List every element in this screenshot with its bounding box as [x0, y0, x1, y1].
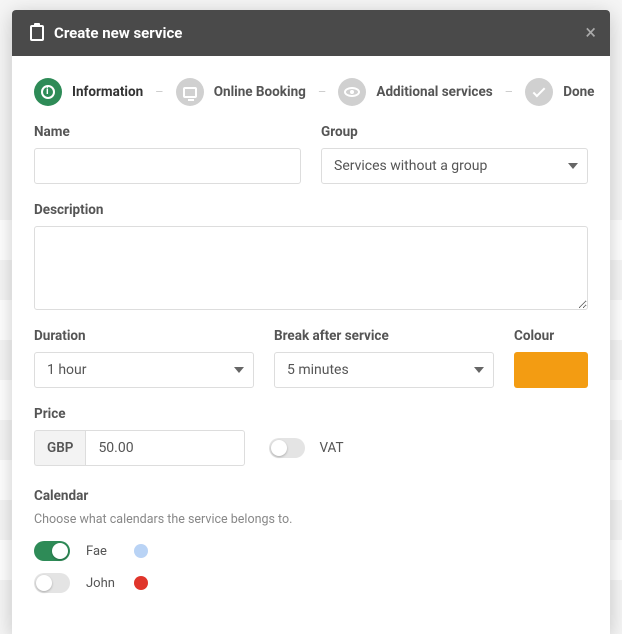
- price-group: GBP: [34, 430, 245, 466]
- calendar-name: Fae: [86, 544, 118, 559]
- description-input[interactable]: [34, 226, 588, 310]
- price-input[interactable]: [85, 430, 245, 466]
- colour-label: Colour: [514, 328, 588, 344]
- modal-header: Create new service ×: [12, 10, 610, 56]
- check-icon: [525, 78, 553, 106]
- calendar-list: Fae John: [34, 541, 588, 593]
- name-input[interactable]: [34, 148, 301, 184]
- vat-label: VAT: [319, 440, 343, 456]
- create-service-modal: Create new service × Information – Onlin…: [12, 10, 610, 634]
- duration-select[interactable]: 1 hour: [34, 352, 254, 388]
- info-icon: [34, 78, 62, 106]
- form-content: Name Group Services without a group Desc…: [12, 124, 610, 634]
- vat-toggle[interactable]: [269, 438, 305, 458]
- calendar-toggle[interactable]: [34, 541, 70, 561]
- duration-label: Duration: [34, 328, 254, 344]
- close-icon[interactable]: ×: [585, 22, 596, 42]
- group-select[interactable]: Services without a group: [321, 148, 588, 184]
- break-after-select[interactable]: 5 minutes: [274, 352, 494, 388]
- clipboard-icon: [30, 25, 44, 41]
- name-label: Name: [34, 124, 301, 140]
- eye-icon: [338, 78, 366, 106]
- step-information[interactable]: Information: [34, 78, 143, 106]
- colour-swatch[interactable]: [514, 352, 588, 388]
- step-label: Information: [72, 84, 143, 100]
- calendar-dot: [134, 544, 148, 558]
- stepper: Information – Online Booking – Additiona…: [12, 56, 610, 124]
- step-separator: –: [153, 85, 166, 100]
- modal-title: Create new service: [54, 24, 182, 42]
- monitor-icon: [176, 78, 204, 106]
- currency-label: GBP: [34, 430, 85, 466]
- description-label: Description: [34, 202, 588, 218]
- step-additional-services[interactable]: Additional services: [338, 78, 492, 106]
- step-label: Additional services: [376, 84, 492, 100]
- calendar-name: John: [86, 576, 118, 591]
- calendar-label: Calendar: [34, 488, 588, 504]
- price-label: Price: [34, 406, 245, 422]
- step-separator: –: [316, 85, 329, 100]
- step-separator: –: [503, 85, 516, 100]
- break-after-label: Break after service: [274, 328, 494, 344]
- calendar-hint: Choose what calendars the service belong…: [34, 512, 588, 527]
- calendar-item-john: John: [34, 573, 588, 593]
- step-done[interactable]: Done: [525, 78, 594, 106]
- calendar-item-fae: Fae: [34, 541, 588, 561]
- calendar-dot: [134, 576, 148, 590]
- calendar-toggle[interactable]: [34, 573, 70, 593]
- step-label: Done: [563, 84, 594, 100]
- group-label: Group: [321, 124, 588, 140]
- step-online-booking[interactable]: Online Booking: [176, 78, 306, 106]
- step-label: Online Booking: [214, 84, 306, 100]
